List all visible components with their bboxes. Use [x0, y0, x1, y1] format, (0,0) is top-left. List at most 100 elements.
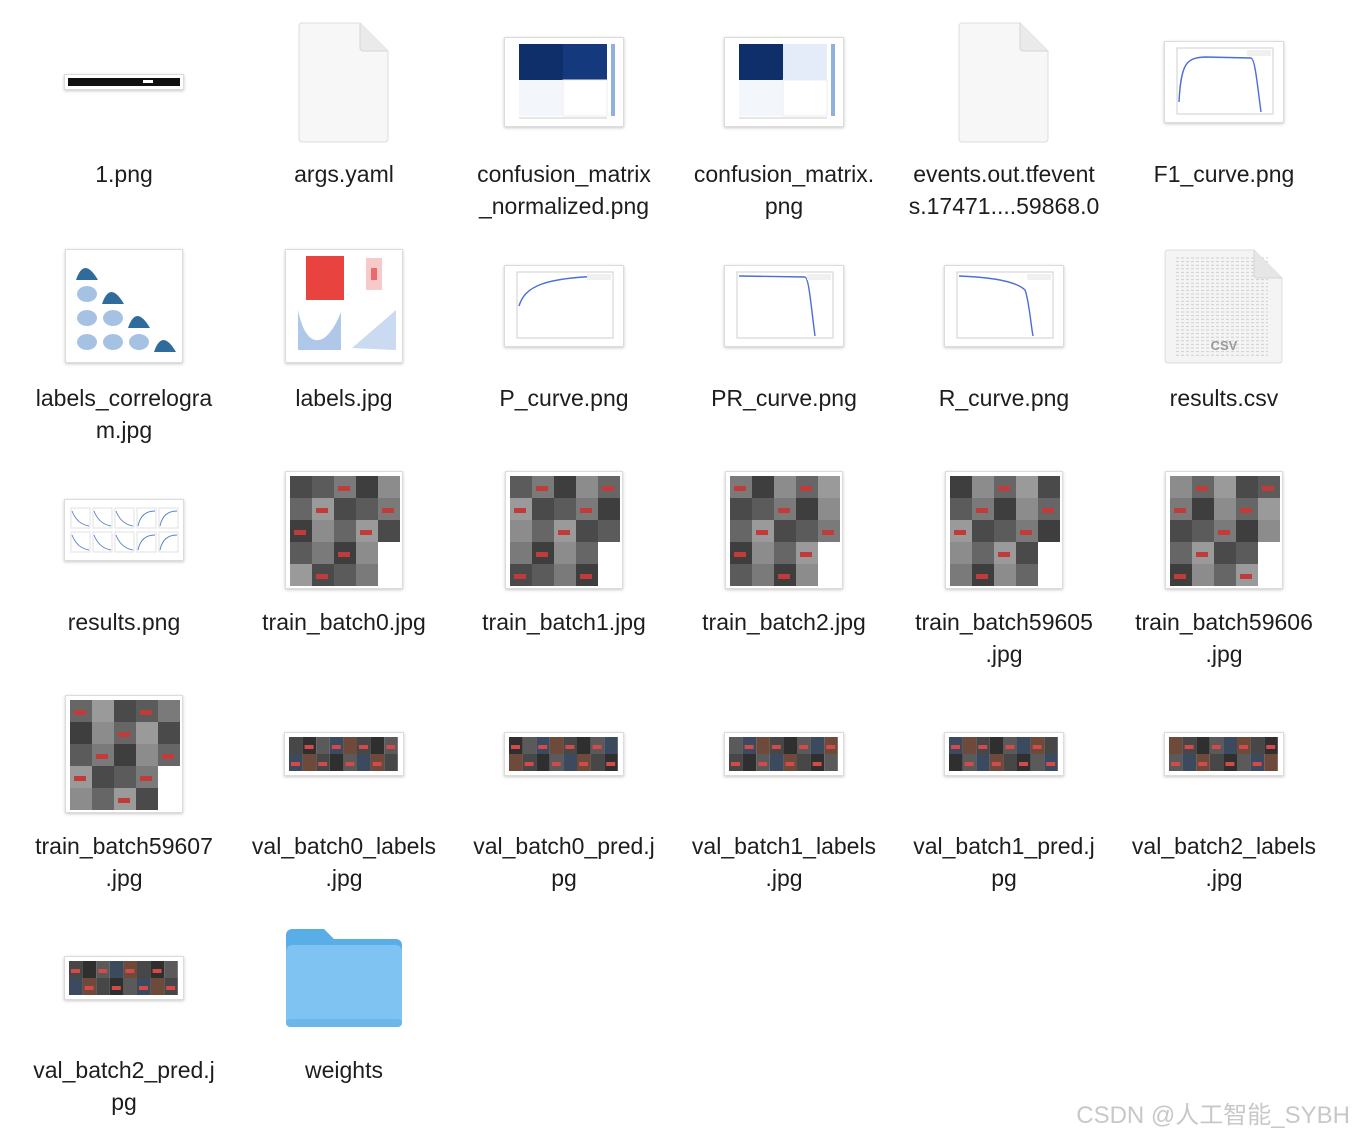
file-name: val_batch1_pred.j pg [913, 833, 1095, 891]
file-item[interactable]: weights [234, 896, 454, 1120]
file-name: labels.jpg [295, 385, 393, 411]
confusion-matrix-thumbnail [504, 37, 624, 127]
file-thumbnail[interactable] [1164, 466, 1284, 594]
curve-plot-thumbnail [944, 265, 1064, 347]
val-batch-thumbnail [284, 732, 404, 776]
file-name: train_batch59607 .jpg [35, 833, 213, 891]
file-item[interactable]: val_batch1_labels .jpg [674, 672, 894, 896]
curve-plot-thumbnail [724, 265, 844, 347]
file-item[interactable]: val_batch1_pred.j pg [894, 672, 1114, 896]
file-name: train_batch59606 .jpg [1135, 609, 1313, 667]
file-thumbnail[interactable] [504, 466, 624, 594]
labels-thumbnail [285, 249, 403, 363]
file-thumbnail[interactable] [504, 690, 624, 818]
file-item[interactable]: P_curve.png [454, 224, 674, 448]
file-name: val_batch2_pred.j pg [33, 1057, 215, 1115]
file-thumbnail[interactable] [64, 690, 184, 818]
document-icon [958, 22, 1049, 143]
file-name: train_batch2.jpg [702, 609, 866, 635]
file-thumbnail[interactable] [284, 690, 404, 818]
file-item[interactable]: val_batch2_labels .jpg [1114, 672, 1334, 896]
file-item[interactable]: confusion_matrix _normalized.png [454, 0, 674, 224]
folder-icon [286, 929, 402, 1027]
file-thumbnail[interactable] [64, 914, 184, 1042]
file-item[interactable]: results.png [14, 448, 234, 672]
train-batch-thumbnail [505, 471, 623, 589]
results-plot-thumbnail [64, 499, 184, 561]
file-item[interactable]: val_batch0_pred.j pg [454, 672, 674, 896]
file-item[interactable]: train_batch0.jpg [234, 448, 454, 672]
file-name: args.yaml [294, 161, 394, 187]
file-thumbnail[interactable] [284, 242, 404, 370]
file-thumbnail[interactable] [944, 466, 1064, 594]
file-name: train_batch1.jpg [482, 609, 646, 635]
file-item[interactable]: val_batch2_pred.j pg [14, 896, 234, 1120]
file-thumbnail[interactable] [724, 18, 844, 146]
image-thumbnail [64, 74, 184, 90]
file-name: PR_curve.png [711, 385, 857, 411]
file-name: results.png [67, 609, 181, 635]
file-item[interactable]: val_batch0_labels .jpg [234, 672, 454, 896]
file-thumbnail[interactable] [1164, 18, 1284, 146]
val-batch-thumbnail [724, 732, 844, 776]
file-thumbnail[interactable] [724, 690, 844, 818]
file-name: weights [305, 1057, 383, 1083]
file-thumbnail[interactable] [1164, 690, 1284, 818]
file-thumbnail[interactable] [944, 242, 1064, 370]
file-thumbnail[interactable] [724, 466, 844, 594]
file-thumbnail[interactable] [64, 466, 184, 594]
file-name: val_batch1_labels .jpg [691, 833, 877, 891]
train-batch-thumbnail [725, 471, 843, 589]
train-batch-thumbnail [945, 471, 1063, 589]
file-item[interactable]: labels.jpg [234, 224, 454, 448]
file-name: confusion_matrix. png [693, 161, 875, 219]
file-thumbnail[interactable] [284, 914, 404, 1042]
file-thumbnail[interactable] [504, 242, 624, 370]
file-name: confusion_matrix _normalized.png [477, 161, 651, 219]
file-item[interactable]: args.yaml [234, 0, 454, 224]
file-item[interactable]: 1.png [14, 0, 234, 224]
file-thumbnail[interactable] [944, 18, 1064, 146]
file-item[interactable]: PR_curve.png [674, 224, 894, 448]
file-thumbnail[interactable] [284, 466, 404, 594]
file-thumbnail[interactable] [64, 242, 184, 370]
file-item[interactable]: train_batch2.jpg [674, 448, 894, 672]
train-batch-thumbnail [285, 471, 403, 589]
file-name: R_curve.png [938, 385, 1070, 411]
file-item[interactable]: CSV results.csv [1114, 224, 1334, 448]
file-item[interactable]: train_batch59606 .jpg [1114, 448, 1334, 672]
csv-file-icon: CSV [1164, 249, 1283, 364]
file-name: F1_curve.png [1153, 161, 1295, 187]
file-name: P_curve.png [499, 385, 629, 411]
train-batch-thumbnail [65, 695, 183, 813]
file-thumbnail[interactable] [944, 690, 1064, 818]
file-name: val_batch2_labels .jpg [1131, 833, 1317, 891]
val-batch-thumbnail [504, 732, 624, 776]
file-thumbnail[interactable]: CSV [1164, 242, 1284, 370]
file-item[interactable]: train_batch59605 .jpg [894, 448, 1114, 672]
document-icon [298, 22, 389, 143]
file-thumbnail[interactable] [64, 18, 184, 146]
file-name: 1.png [95, 161, 153, 187]
file-item[interactable]: train_batch1.jpg [454, 448, 674, 672]
file-thumbnail[interactable] [504, 18, 624, 146]
file-item[interactable]: events.out.tfevent s.17471....59868.0 [894, 0, 1114, 224]
file-thumbnail[interactable] [284, 18, 404, 146]
curve-plot-thumbnail [1164, 41, 1284, 123]
file-name: train_batch0.jpg [262, 609, 426, 635]
val-batch-thumbnail [64, 956, 184, 1000]
file-item[interactable]: train_batch59607 .jpg [14, 672, 234, 896]
file-item[interactable]: F1_curve.png [1114, 0, 1334, 224]
file-item[interactable]: confusion_matrix. png [674, 0, 894, 224]
file-thumbnail[interactable] [724, 242, 844, 370]
train-batch-thumbnail [1165, 471, 1283, 589]
file-name: val_batch0_labels .jpg [251, 833, 437, 891]
watermark: CSDN @人工智能_SYBH [1076, 1102, 1350, 1129]
file-item[interactable]: labels_correlogra m.jpg [14, 224, 234, 448]
file-name: results.csv [1169, 385, 1279, 411]
confusion-matrix-thumbnail [724, 37, 844, 127]
file-name: train_batch59605 .jpg [915, 609, 1093, 667]
file-name: val_batch0_pred.j pg [473, 833, 655, 891]
file-name: labels_correlogra m.jpg [35, 385, 213, 443]
file-item[interactable]: R_curve.png [894, 224, 1114, 448]
